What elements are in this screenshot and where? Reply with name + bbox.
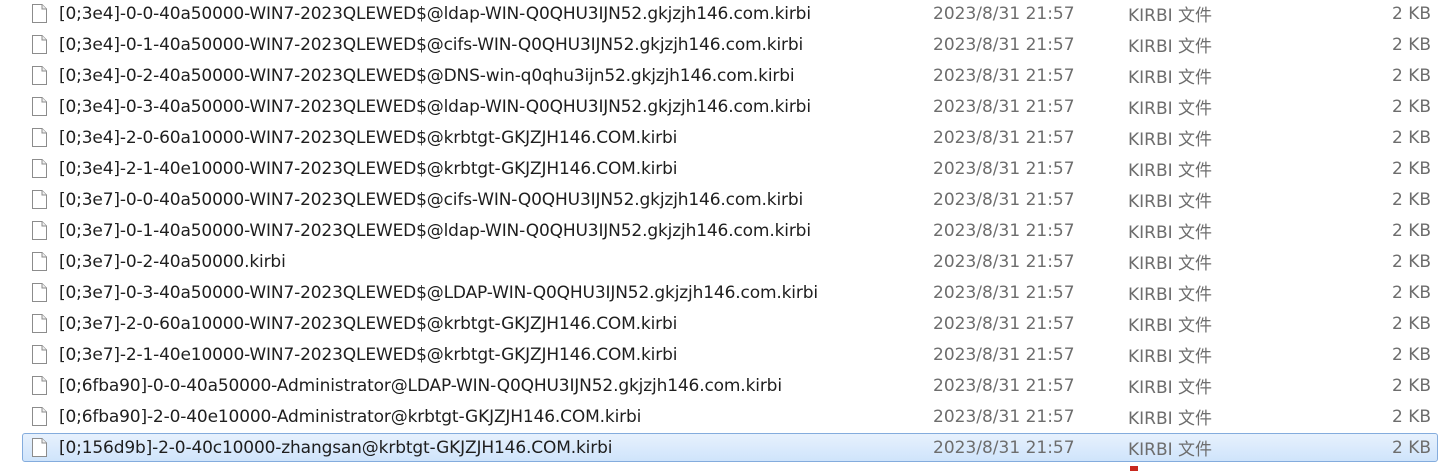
file-type: KIRBI 文件 — [1128, 68, 1213, 88]
file-name: [0;3e4]-2-0-60a10000-WIN7-2023QLEWED$@kr… — [59, 127, 678, 148]
file-row[interactable]: [0;3e4]-2-1-40e10000-WIN7-2023QLEWED$@kr… — [22, 154, 1438, 183]
file-size: 2 KB — [1391, 282, 1431, 303]
file-type: KIRBI 文件 — [1128, 316, 1213, 336]
file-date-modified: 2023/8/31 21:57 — [933, 127, 1075, 148]
file-name: [0;3e4]-0-3-40a50000-WIN7-2023QLEWED$@ld… — [59, 96, 811, 117]
blank-file-icon — [32, 4, 47, 23]
blank-file-icon — [32, 407, 47, 426]
file-type: KIRBI 文件 — [1128, 192, 1213, 212]
file-size: 2 KB — [1391, 313, 1431, 334]
file-row[interactable]: [0;3e4]-0-2-40a50000-WIN7-2023QLEWED$@DN… — [22, 61, 1438, 90]
file-size: 2 KB — [1391, 251, 1431, 272]
file-date-modified: 2023/8/31 21:57 — [933, 96, 1075, 117]
blank-file-icon — [32, 283, 47, 302]
file-type: KIRBI 文件 — [1128, 347, 1213, 367]
file-type: KIRBI 文件 — [1128, 6, 1213, 26]
file-row[interactable]: [0;6fba90]-0-0-40a50000-Administrator@LD… — [22, 371, 1438, 400]
blank-file-icon — [32, 345, 47, 364]
file-type: KIRBI 文件 — [1128, 161, 1213, 181]
file-row[interactable]: [0;3e4]-0-3-40a50000-WIN7-2023QLEWED$@ld… — [22, 92, 1438, 121]
file-row[interactable]: [0;3e7]-0-2-40a50000.kirbi 2023/8/31 21:5… — [22, 247, 1438, 276]
blank-file-icon — [32, 35, 47, 54]
blank-file-icon — [32, 314, 47, 333]
file-date-modified: 2023/8/31 21:57 — [933, 375, 1075, 396]
file-type: KIRBI 文件 — [1128, 37, 1213, 57]
file-size: 2 KB — [1391, 375, 1431, 396]
file-date-modified: 2023/8/31 21:57 — [933, 251, 1075, 272]
file-date-modified: 2023/8/31 21:57 — [933, 189, 1075, 210]
file-type: KIRBI 文件 — [1128, 254, 1213, 274]
file-row[interactable]: [0;3e4]-0-1-40a50000-WIN7-2023QLEWED$@ci… — [22, 30, 1438, 59]
file-date-modified: 2023/8/31 21:57 — [933, 282, 1075, 303]
file-size: 2 KB — [1391, 158, 1431, 179]
file-date-modified: 2023/8/31 21:57 — [933, 437, 1075, 458]
file-name: [0;3e4]-0-0-40a50000-WIN7-2023QLEWED$@ld… — [59, 3, 811, 24]
file-date-modified: 2023/8/31 21:57 — [933, 344, 1075, 365]
file-row[interactable]: [0;6fba90]-2-0-40e10000-Administrator@kr… — [22, 402, 1438, 431]
file-type: KIRBI 文件 — [1128, 223, 1213, 243]
file-date-modified: 2023/8/31 21:57 — [933, 34, 1075, 55]
file-date-modified: 2023/8/31 21:57 — [933, 406, 1075, 427]
blank-file-icon — [32, 66, 47, 85]
blank-file-icon — [32, 159, 47, 178]
blank-file-icon — [32, 128, 47, 147]
file-name: [0;3e7]-2-0-60a10000-WIN7-2023QLEWED$@kr… — [59, 313, 678, 334]
file-name: [0;6fba90]-2-0-40e10000-Administrator@kr… — [59, 406, 642, 427]
file-name: [0;3e4]-0-2-40a50000-WIN7-2023QLEWED$@DN… — [59, 65, 795, 86]
file-name: [0;3e7]-0-3-40a50000-WIN7-2023QLEWED$@LD… — [59, 282, 818, 303]
file-row[interactable]: [0;3e7]-0-0-40a50000-WIN7-2023QLEWED$@ci… — [22, 185, 1438, 214]
blank-file-icon — [32, 97, 47, 116]
file-type: KIRBI 文件 — [1128, 99, 1213, 119]
file-size: 2 KB — [1391, 127, 1431, 148]
file-row[interactable]: [0;3e7]-0-1-40a50000-WIN7-2023QLEWED$@ld… — [22, 216, 1438, 245]
file-name: [0;3e7]-2-1-40e10000-WIN7-2023QLEWED$@kr… — [59, 344, 678, 365]
partial-icon-edge — [1130, 466, 1138, 471]
file-type: KIRBI 文件 — [1128, 440, 1213, 460]
file-size: 2 KB — [1391, 220, 1431, 241]
file-name: [0;3e7]-0-1-40a50000-WIN7-2023QLEWED$@ld… — [59, 220, 811, 241]
file-row[interactable]: [0;3e4]-2-0-60a10000-WIN7-2023QLEWED$@kr… — [22, 123, 1438, 152]
file-size: 2 KB — [1391, 65, 1431, 86]
blank-file-icon — [32, 221, 47, 240]
blank-file-icon — [32, 376, 47, 395]
file-size: 2 KB — [1391, 96, 1431, 117]
file-row[interactable]: [0;3e7]-2-1-40e10000-WIN7-2023QLEWED$@kr… — [22, 340, 1438, 369]
file-type: KIRBI 文件 — [1128, 285, 1213, 305]
file-type: KIRBI 文件 — [1128, 409, 1213, 429]
file-size: 2 KB — [1391, 3, 1431, 24]
file-row[interactable]: [0;156d9b]-2-0-40c10000-zhangsan@krbtgt-… — [22, 433, 1438, 462]
file-size: 2 KB — [1391, 406, 1431, 427]
file-name: [0;3e4]-2-1-40e10000-WIN7-2023QLEWED$@kr… — [59, 158, 678, 179]
blank-file-icon — [32, 190, 47, 209]
file-name: [0;3e4]-0-1-40a50000-WIN7-2023QLEWED$@ci… — [59, 34, 804, 55]
file-name: [0;3e7]-0-0-40a50000-WIN7-2023QLEWED$@ci… — [59, 189, 804, 210]
file-name: [0;156d9b]-2-0-40c10000-zhangsan@krbtgt-… — [59, 437, 613, 458]
file-row[interactable]: [0;3e7]-2-0-60a10000-WIN7-2023QLEWED$@kr… — [22, 309, 1438, 338]
file-row[interactable]: [0;3e4]-0-0-40a50000-WIN7-2023QLEWED$@ld… — [22, 0, 1438, 28]
file-size: 2 KB — [1391, 437, 1431, 458]
file-type: KIRBI 文件 — [1128, 130, 1213, 150]
blank-file-icon — [32, 252, 47, 271]
file-date-modified: 2023/8/31 21:57 — [933, 158, 1075, 179]
file-row[interactable]: [0;3e7]-0-3-40a50000-WIN7-2023QLEWED$@LD… — [22, 278, 1438, 307]
file-date-modified: 2023/8/31 21:57 — [933, 3, 1075, 24]
file-date-modified: 2023/8/31 21:57 — [933, 313, 1075, 334]
file-name: [0;3e7]-0-2-40a50000.kirbi — [59, 251, 286, 272]
file-size: 2 KB — [1391, 34, 1431, 55]
file-name: [0;6fba90]-0-0-40a50000-Administrator@LD… — [59, 375, 782, 396]
file-size: 2 KB — [1391, 189, 1431, 210]
file-type: KIRBI 文件 — [1128, 378, 1213, 398]
blank-file-icon — [32, 438, 47, 457]
file-size: 2 KB — [1391, 344, 1431, 365]
file-date-modified: 2023/8/31 21:57 — [933, 65, 1075, 86]
file-list: [0;3e4]-0-0-40a50000-WIN7-2023QLEWED$@ld… — [0, 0, 1455, 471]
file-date-modified: 2023/8/31 21:57 — [933, 220, 1075, 241]
